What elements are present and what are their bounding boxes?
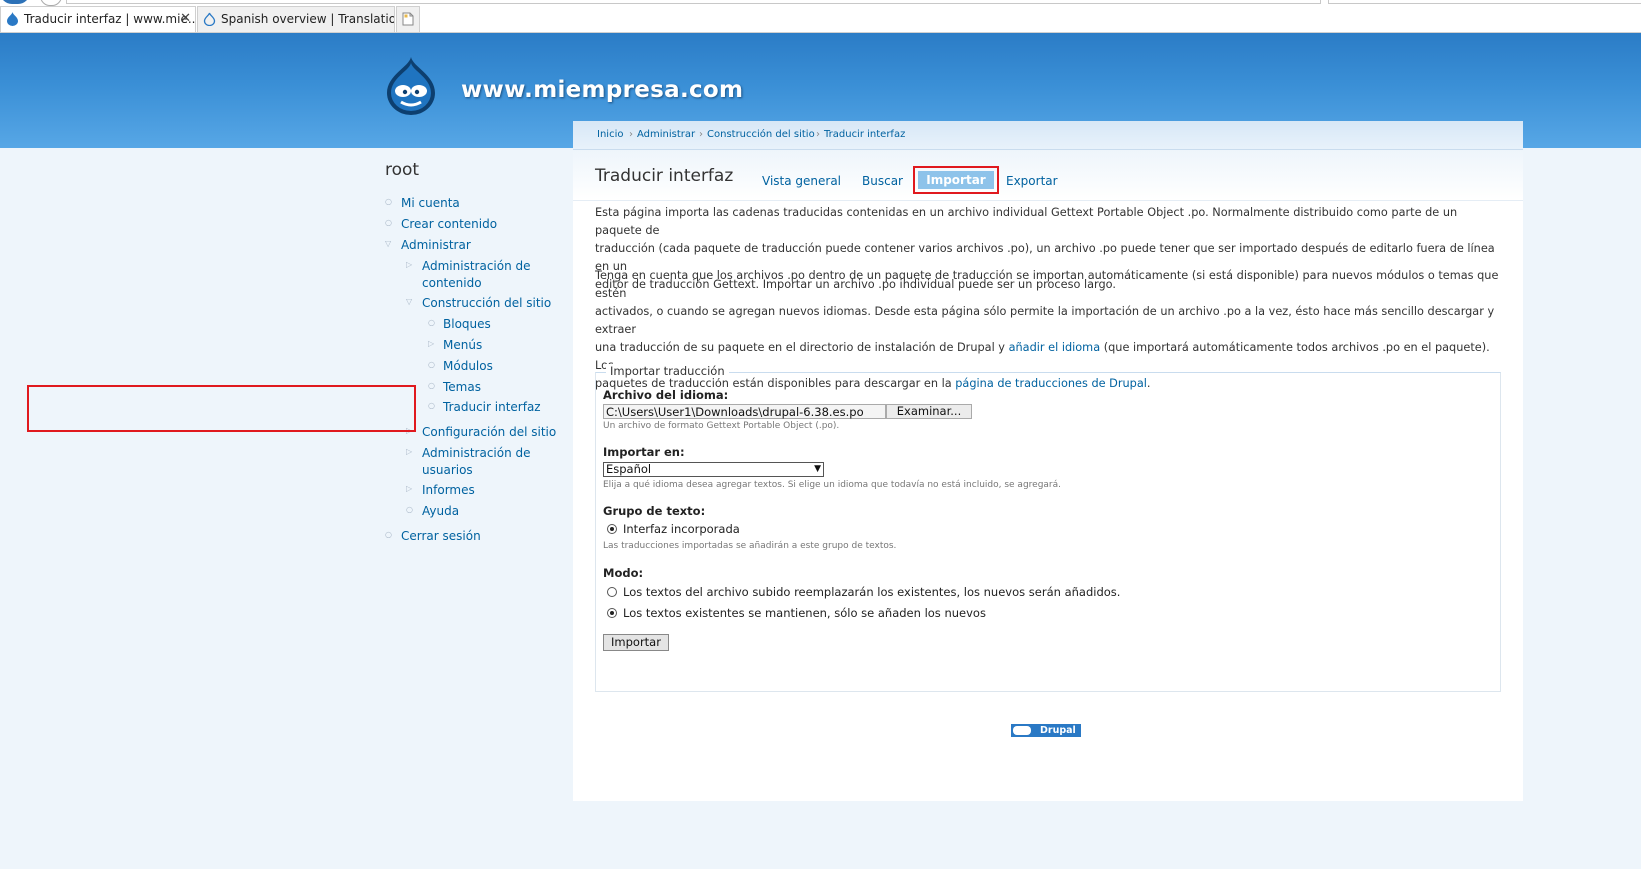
group-option-label[interactable]: Interfaz incorporada [623,522,740,536]
file-path-input[interactable]: C:\Users\User1\Downloads\drupal-6.38.es.… [603,404,886,419]
breadcrumb-construccion[interactable]: Construcción del sitio [707,121,815,149]
expanded-arrow-icon: ▽ [385,239,392,248]
sidebar-item-construccion[interactable]: Construcción del sitio [422,294,551,312]
fieldset-legend: Importar traducción [606,364,729,378]
mode-label: Modo: [603,566,644,580]
note-text: una traducción de su paquete en el direc… [595,341,1009,354]
breadcrumb-separator: › [816,129,820,140]
breadcrumb-administrar[interactable]: Administrar [637,121,695,149]
breadcrumb: Inicio › Administrar › Construcción del … [573,121,1523,150]
collapsed-arrow-icon: ▷ [428,339,435,348]
bullet-icon: ○ [428,318,435,327]
browser-tab-title: Spanish overview | Translations [221,12,395,26]
sidebar-item-admin-contenido[interactable]: Administración de [422,257,531,275]
new-tab-icon [402,12,414,26]
group-label: Grupo de texto: [603,504,706,518]
sidebar-item-admin-contenido-line2[interactable]: contenido [422,274,482,292]
title-bar: Traducir interfaz Vista general Buscar I… [573,150,1523,201]
sidebar-item-modulos[interactable]: Módulos [443,357,493,375]
intro-line: Esta página importa las cadenas traducid… [595,206,1458,237]
browser-search-box[interactable] [1328,0,1641,4]
breadcrumb-separator: › [699,129,703,140]
powered-by-drupal-badge[interactable]: Drupal [1011,724,1081,737]
group-description: Las traducciones importadas se añadirán … [603,541,897,551]
page-title: Traducir interfaz [595,166,734,186]
drupal-favicon-icon [7,12,18,26]
mode-radio-replace[interactable] [607,587,617,597]
bullet-icon: ○ [385,197,392,206]
tab-buscar[interactable]: Buscar [862,174,903,188]
file-label: Archivo del idioma: [603,388,729,402]
group-radio[interactable] [607,524,617,534]
browser-tab-strip: Traducir interfaz | www.mie... ✕ Spanish… [0,0,1641,33]
language-description: Elija a qué idioma desea agregar textos.… [603,480,1062,490]
bullet-icon: ○ [406,505,413,514]
address-bar[interactable] [66,0,1321,4]
tab-importar[interactable]: Importar [918,171,994,189]
breadcrumb-traducir[interactable]: Traducir interfaz [824,121,905,149]
language-select[interactable]: Español ▼ [603,462,824,477]
language-label: Importar en: [603,445,685,459]
bullet-icon: ○ [385,218,392,227]
language-selected-value: Español [606,462,652,476]
sidebar-item-administrar[interactable]: Administrar [401,236,471,254]
browse-button[interactable]: Examinar... [886,404,972,419]
add-language-link[interactable]: añadir el idioma [1009,341,1101,354]
badge-label: Drupal [1040,725,1076,736]
tab-vista-general[interactable]: Vista general [762,174,841,188]
sidebar-item-mi-cuenta[interactable]: Mi cuenta [401,194,460,212]
breadcrumb-separator: › [629,129,633,140]
sidebar-item-bloques[interactable]: Bloques [443,315,491,333]
site-name[interactable]: www.miempresa.com [461,77,743,103]
bullet-icon: ○ [428,381,435,390]
sidebar-item-temas[interactable]: Temas [443,378,481,396]
sidebar-item-crear-contenido[interactable]: Crear contenido [401,215,497,233]
bullet-icon: ○ [385,530,392,539]
drupal-mini-logo-icon [1013,726,1031,735]
close-tab-icon[interactable]: ✕ [180,7,191,31]
collapsed-arrow-icon: ▷ [406,484,413,493]
tab-importar-highlight[interactable]: Importar [913,166,999,194]
breadcrumb-inicio[interactable]: Inicio [597,121,623,149]
bullet-icon: ○ [428,360,435,369]
mode-option-replace[interactable]: Los textos del archivo subido reemplazar… [623,585,1120,599]
sidebar-item-configuracion[interactable]: Configuración del sitio [422,423,556,441]
new-tab-button[interactable] [396,6,420,32]
mode-radio-keep[interactable] [607,608,617,618]
expanded-arrow-icon: ▽ [406,297,413,306]
sidebar-item-ayuda[interactable]: Ayuda [422,502,459,520]
note-line: Tenga en cuenta que los archivos .po den… [595,269,1499,300]
file-field-highlight [27,385,416,432]
collapsed-arrow-icon: ▷ [406,260,413,269]
bullet-icon: ○ [428,401,435,410]
sidebar-username: root [385,160,420,180]
file-description: Un archivo de formato Gettext Portable O… [603,421,840,431]
drupal-outline-favicon-icon [203,12,216,26]
sidebar-item-traducir-interfaz[interactable]: Traducir interfaz [443,398,541,416]
mode-option-keep[interactable]: Los textos existentes se mantienen, sólo… [623,606,986,620]
tab-exportar[interactable]: Exportar [1006,174,1058,188]
sidebar-item-admin-usuarios[interactable]: Administración de [422,444,531,462]
drupal-logo-icon[interactable] [383,55,439,117]
import-submit-button[interactable]: Importar [603,634,669,651]
note-line: activados, o cuando se agregan nuevos id… [595,305,1495,336]
browser-tab-title: Traducir interfaz | www.mie... [24,12,196,26]
sidebar-item-cerrar-sesion[interactable]: Cerrar sesión [401,527,481,545]
browser-tab[interactable]: Spanish overview | Translations [197,6,395,32]
browser-tab-active[interactable]: Traducir interfaz | www.mie... ✕ [0,6,196,32]
sidebar-item-informes[interactable]: Informes [422,481,475,499]
sidebar-item-menus[interactable]: Menús [443,336,482,354]
collapsed-arrow-icon: ▷ [406,447,413,456]
chevron-down-icon: ▼ [814,464,821,474]
sidebar-item-admin-usuarios-line2[interactable]: usuarios [422,461,473,479]
note-line: una traducción de su paquete en el direc… [595,339,1500,375]
main-content: Inicio › Administrar › Construcción del … [573,121,1523,801]
